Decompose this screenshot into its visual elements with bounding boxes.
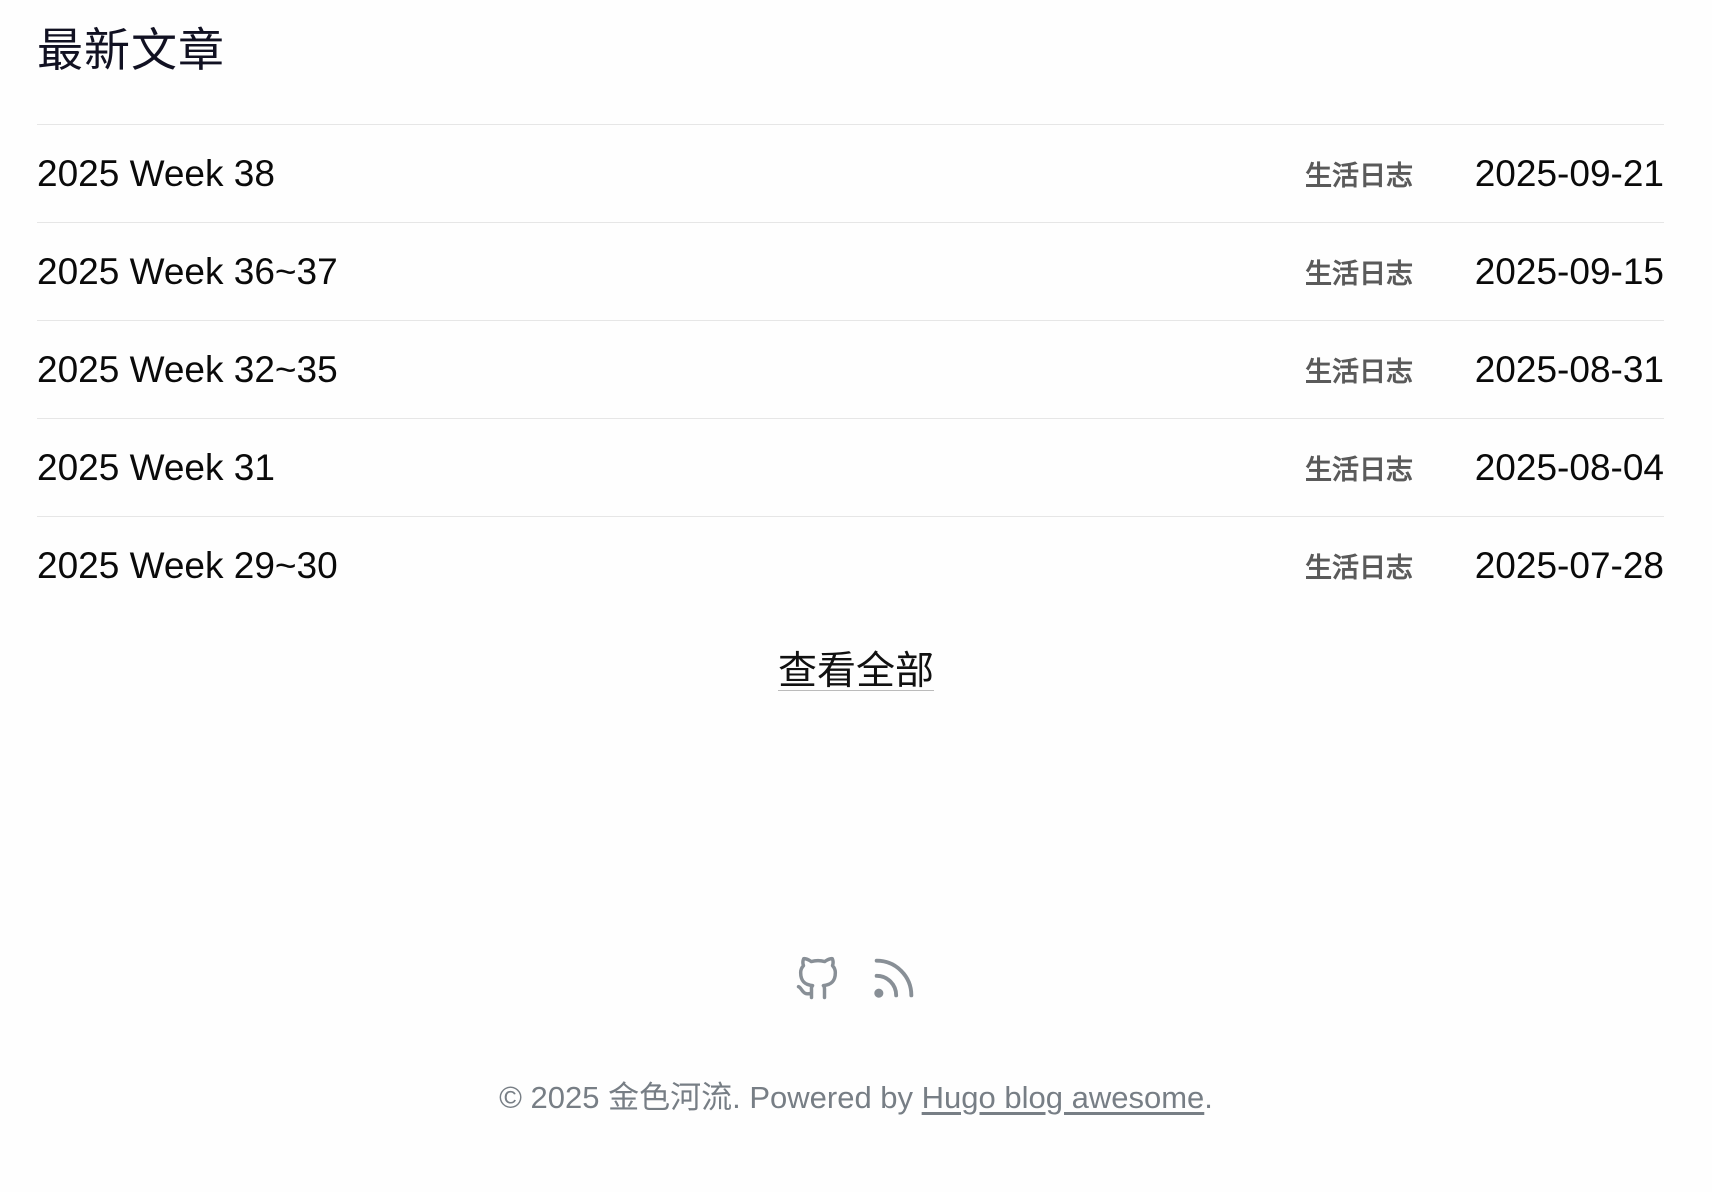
post-row[interactable]: 2025 Week 29~30 生活日志 2025-07-28 — [37, 517, 1664, 614]
post-category: 生活日志 — [1305, 161, 1413, 191]
rss-icon[interactable] — [868, 950, 920, 1006]
post-category: 生活日志 — [1305, 357, 1413, 387]
footer: © 2025 金色河流. Powered by Hugo blog awesom… — [0, 1072, 1712, 1117]
post-row[interactable]: 2025 Week 38 生活日志 2025-09-21 — [37, 125, 1664, 223]
page: 最新文章 2025 Week 38 生活日志 2025-09-21 2025 W… — [0, 0, 1712, 1192]
view-all-container: 查看全部 — [0, 640, 1712, 696]
post-title-link[interactable]: 2025 Week 36~37 — [37, 251, 1305, 293]
footer-suffix: . — [1204, 1080, 1213, 1115]
post-date: 2025-09-21 — [1474, 152, 1664, 194]
post-date: 2025-07-28 — [1474, 544, 1664, 586]
post-category: 生活日志 — [1305, 259, 1413, 289]
post-title-link[interactable]: 2025 Week 31 — [37, 447, 1305, 489]
social-links — [0, 950, 1712, 1006]
footer-copyright: © 2025 金色河流. Powered by — [499, 1080, 922, 1115]
section-title: 最新文章 — [37, 24, 225, 76]
post-row[interactable]: 2025 Week 36~37 生活日志 2025-09-15 — [37, 223, 1664, 321]
github-icon[interactable] — [792, 950, 844, 1006]
post-list: 2025 Week 38 生活日志 2025-09-21 2025 Week 3… — [37, 124, 1664, 614]
post-title-link[interactable]: 2025 Week 38 — [37, 153, 1305, 195]
post-category: 生活日志 — [1305, 455, 1413, 485]
post-date: 2025-08-04 — [1474, 446, 1664, 488]
post-title-link[interactable]: 2025 Week 32~35 — [37, 349, 1305, 391]
post-date: 2025-09-15 — [1474, 250, 1664, 292]
post-title-link[interactable]: 2025 Week 29~30 — [37, 545, 1305, 587]
footer-theme-link[interactable]: Hugo blog awesome — [922, 1080, 1205, 1115]
view-all-link[interactable]: 查看全部 — [778, 650, 934, 693]
post-row[interactable]: 2025 Week 32~35 生活日志 2025-08-31 — [37, 321, 1664, 419]
post-category: 生活日志 — [1305, 553, 1413, 583]
post-date: 2025-08-31 — [1474, 348, 1664, 390]
post-row[interactable]: 2025 Week 31 生活日志 2025-08-04 — [37, 419, 1664, 517]
